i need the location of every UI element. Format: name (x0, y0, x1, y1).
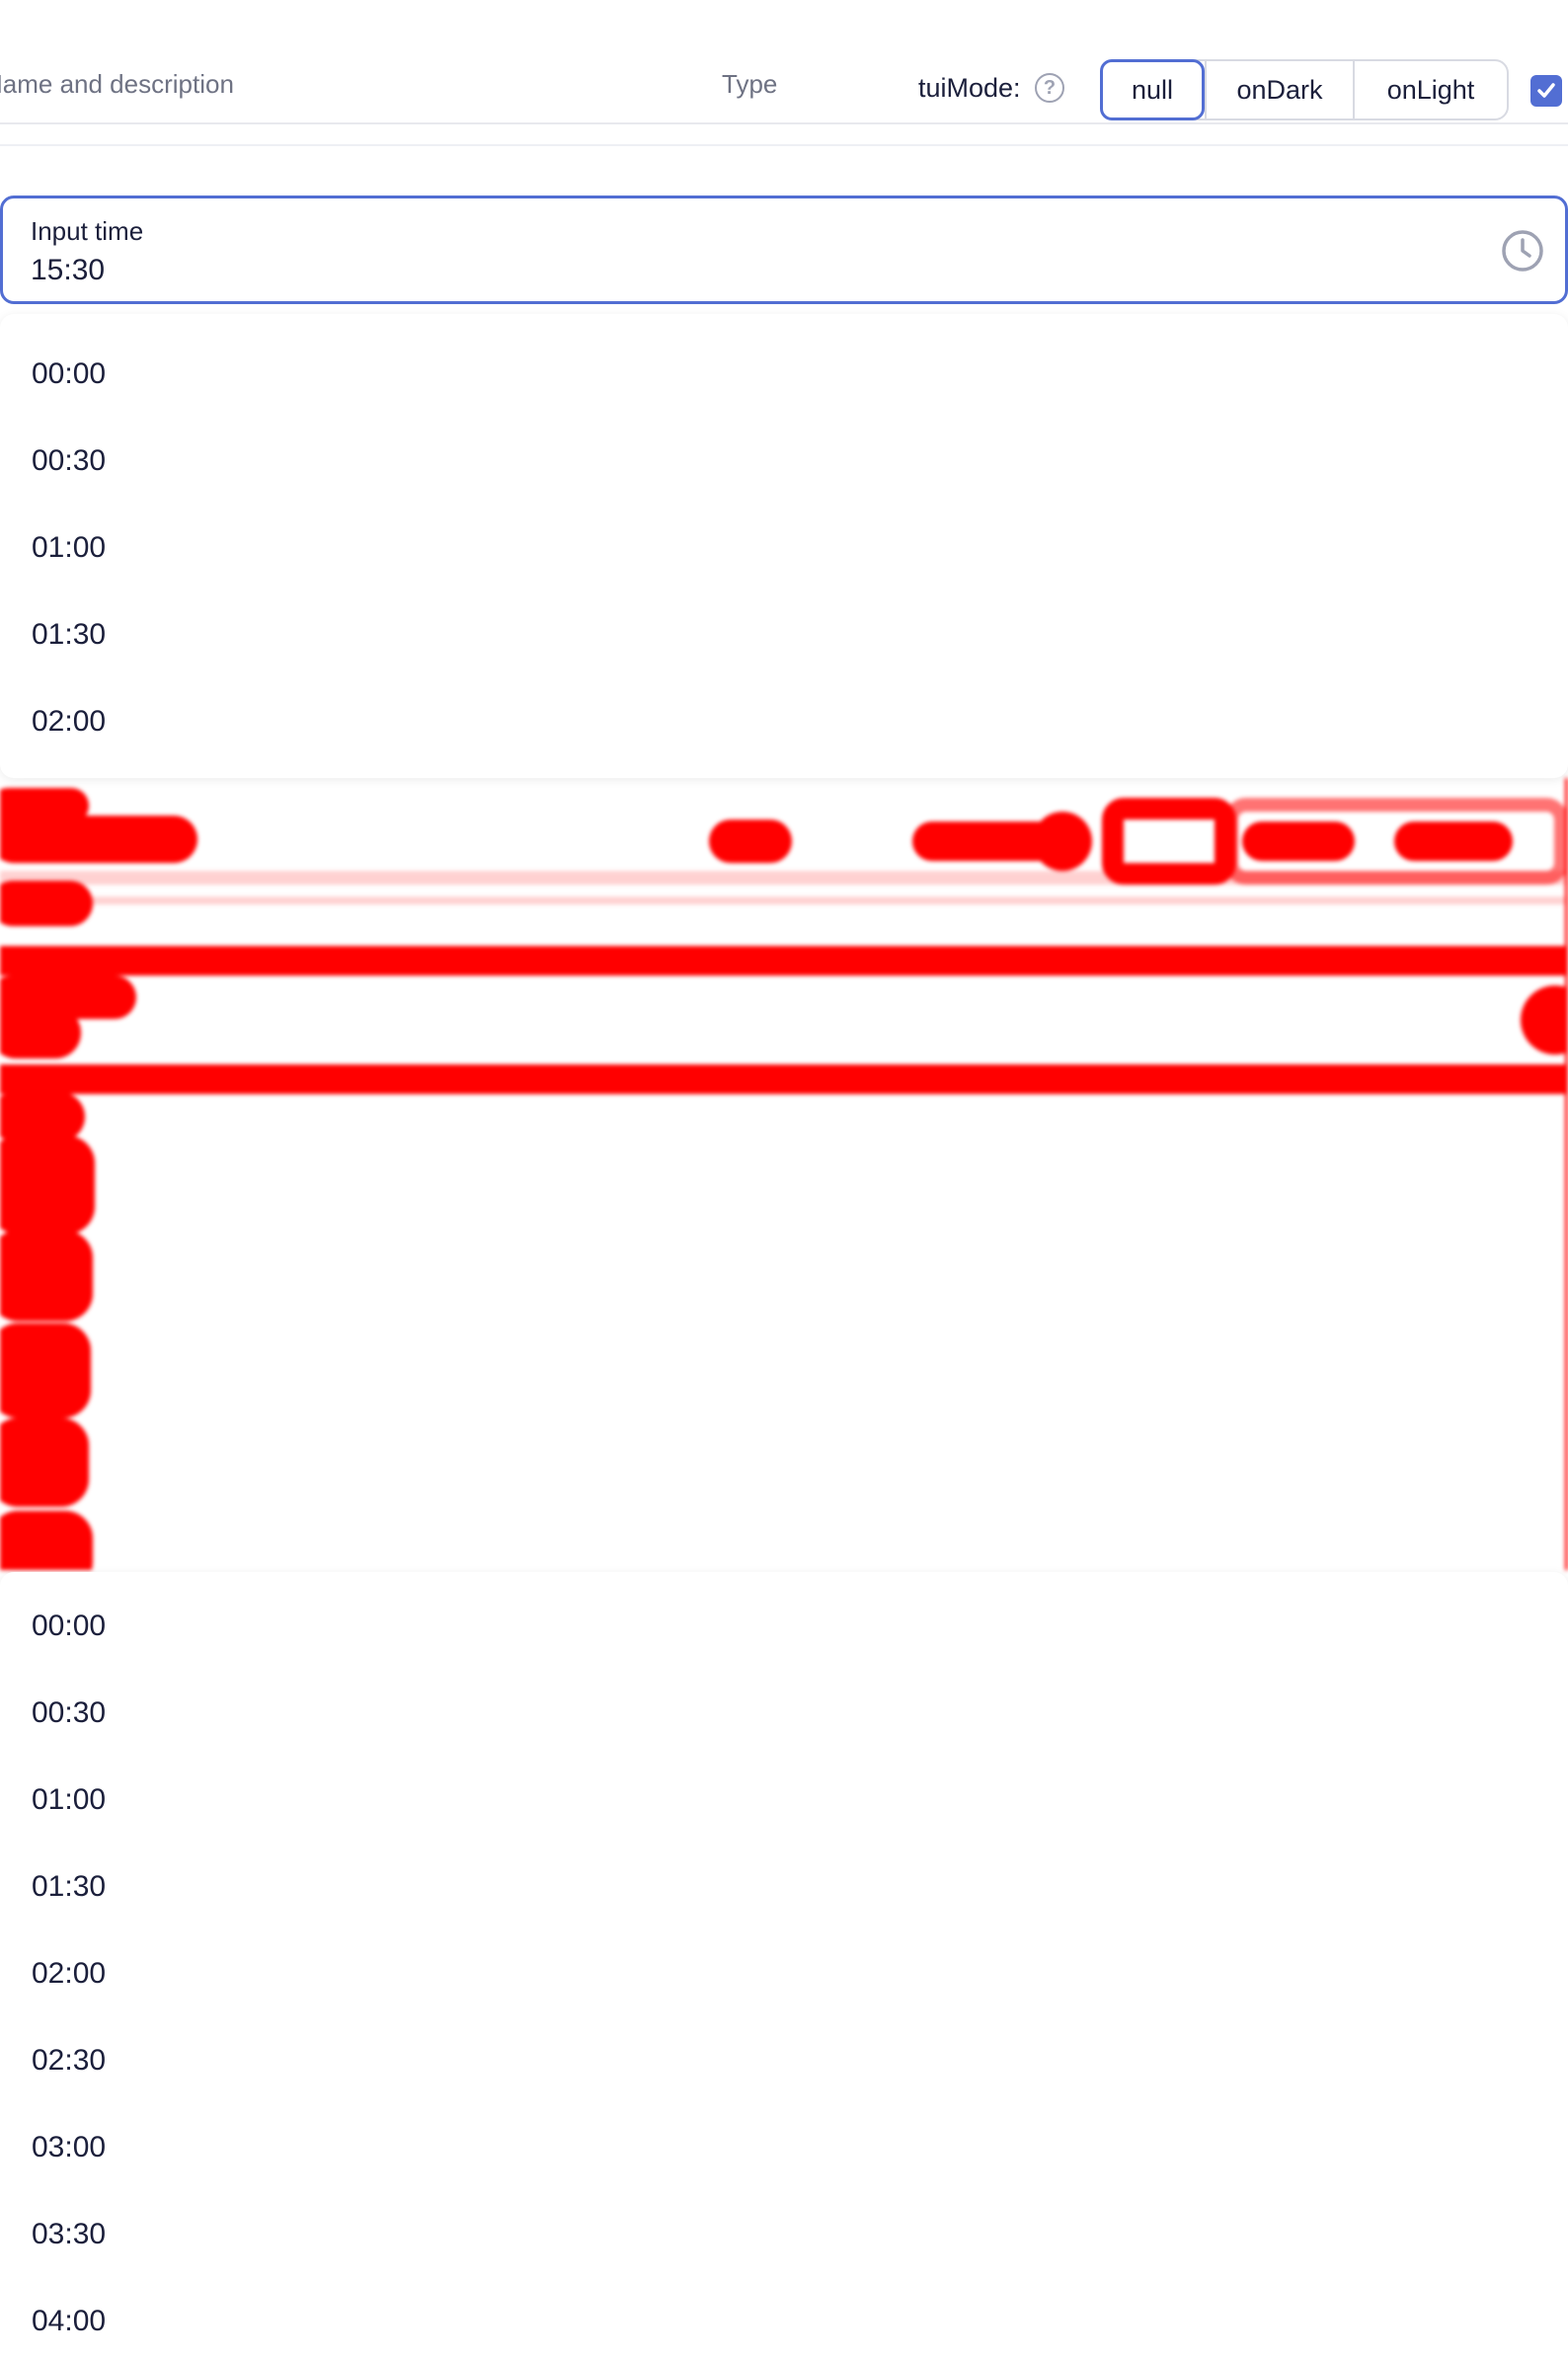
time-input-value[interactable]: 15:30 (31, 254, 105, 287)
time-option[interactable]: 01:00 (32, 1783, 106, 1817)
time-option[interactable]: 00:30 (32, 1696, 106, 1730)
time-option[interactable]: 01:30 (32, 1870, 106, 1904)
time-option[interactable]: 00:00 (32, 1610, 106, 1643)
enabled-checkbox[interactable] (1530, 75, 1562, 107)
time-option[interactable]: 03:30 (32, 2218, 106, 2251)
time-option[interactable]: 01:30 (32, 618, 106, 652)
time-input-field[interactable]: Input time 15:30 (0, 196, 1568, 304)
mode-button-onlight[interactable]: onLight (1353, 61, 1507, 118)
column-header-name: Name and description (0, 69, 234, 99)
time-option[interactable]: 03:00 (32, 2131, 106, 2164)
clock-icon[interactable] (1500, 228, 1545, 274)
column-header-type: Type (722, 69, 778, 99)
time-option[interactable]: 02:00 (32, 1957, 106, 1991)
checkmark-icon (1537, 83, 1555, 98)
time-dropdown-list: 00:00 00:30 01:00 01:30 02:00 (0, 314, 1568, 778)
time-input-label: Input time (31, 216, 144, 246)
mode-label: tuiMode: (918, 73, 1021, 103)
mode-button-null[interactable]: null (1100, 59, 1205, 120)
time-option[interactable]: 02:30 (32, 2044, 106, 2078)
divider (0, 144, 1568, 146)
mode-segmented-control: null onDark onLight (1100, 59, 1509, 120)
time-option[interactable]: 01:00 (32, 531, 106, 565)
time-option[interactable]: 02:00 (32, 705, 106, 739)
redaction-overlay (0, 778, 1568, 1570)
time-option[interactable]: 00:00 (32, 357, 106, 391)
time-option[interactable]: 04:00 (32, 2305, 106, 2338)
table-header-row: Name and description Type tuiMode: ? nul… (0, 0, 1568, 124)
help-icon[interactable]: ? (1035, 73, 1064, 103)
time-option[interactable]: 00:30 (32, 444, 106, 478)
mode-button-ondark[interactable]: onDark (1205, 61, 1353, 118)
time-dropdown-list-secondary: 00:00 00:30 01:00 01:30 02:00 02:30 03:0… (0, 1572, 1568, 2358)
